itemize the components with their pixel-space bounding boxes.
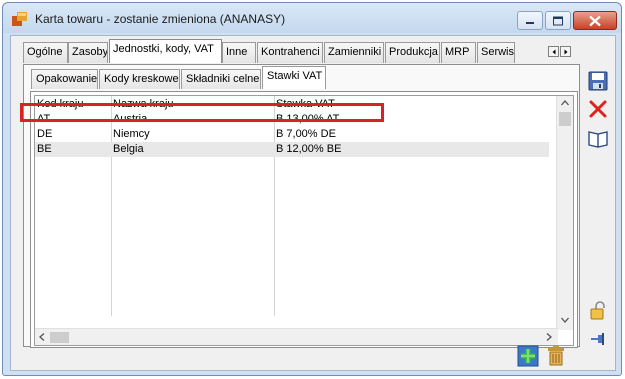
- scroll-up-icon[interactable]: [561, 100, 569, 106]
- save-icon: [588, 71, 608, 91]
- trash-icon: [548, 346, 564, 366]
- tab-inne[interactable]: Inne: [222, 42, 256, 63]
- minimize-icon: [526, 21, 534, 24]
- cell-vat: B 13,00% AT: [276, 113, 340, 125]
- scroll-right-icon[interactable]: [546, 333, 552, 341]
- lock-icon: [590, 301, 605, 320]
- tab-kontrahenci[interactable]: Kontrahenci: [257, 42, 323, 63]
- lock-button[interactable]: [587, 300, 609, 322]
- tab-mrp[interactable]: MRP: [441, 42, 476, 63]
- subtab-kody-kreskowe[interactable]: Kody kreskowe: [99, 69, 180, 89]
- product-card-window: Karta towaru - zostanie zmieniona (ANANA…: [2, 2, 622, 376]
- table-row[interactable]: BE Belgia B 12,00% BE: [35, 142, 549, 157]
- subtab-skladniki-celne[interactable]: Składniki celne: [181, 69, 261, 89]
- subtab-opakowanie[interactable]: Opakowanie: [31, 69, 98, 89]
- tab-zasoby[interactable]: Zasoby: [68, 42, 108, 63]
- column-header-kod-kraju[interactable]: Kod kraju: [37, 97, 83, 111]
- subtab-stawki-vat[interactable]: Stawki VAT: [262, 66, 326, 89]
- delete-button[interactable]: [587, 98, 609, 120]
- cell-vat: B 7,00% DE: [276, 128, 336, 140]
- close-icon: [589, 15, 601, 26]
- arrow-right-icon: [564, 49, 568, 55]
- save-button[interactable]: [587, 70, 609, 92]
- tab-serwis[interactable]: Serwis: [477, 42, 515, 63]
- tab-scroll-right[interactable]: [560, 46, 571, 57]
- table-row[interactable]: AT Austria B 13,00% AT: [35, 112, 549, 127]
- client-area: Ogólne Zasoby Jednostki, kody, VAT Inne …: [10, 35, 616, 371]
- vertical-scroll-thumb[interactable]: [559, 112, 571, 126]
- vat-rates-grid[interactable]: Kod kraju Nazwa kraju Stawka VAT AT Aust…: [34, 95, 574, 346]
- cell-code: DE: [37, 128, 53, 140]
- column-header-nazwa-kraju[interactable]: Nazwa kraju: [113, 97, 174, 111]
- maximize-icon: [553, 16, 563, 25]
- pin-button[interactable]: [587, 328, 609, 350]
- delete-icon: [589, 100, 607, 118]
- pin-icon: [591, 333, 604, 345]
- column-header-stawka-vat[interactable]: Stawka VAT: [276, 97, 335, 111]
- grid-header: Kod kraju Nazwa kraju Stawka VAT: [35, 97, 549, 112]
- window-title: Karta towaru - zostanie zmieniona (ANANA…: [35, 12, 286, 26]
- titlebar: Karta towaru - zostanie zmieniona (ANANA…: [3, 3, 621, 33]
- arrow-left-icon: [552, 49, 556, 55]
- app-icon: [12, 12, 27, 26]
- add-icon: [517, 345, 539, 367]
- maximize-button[interactable]: [545, 11, 571, 30]
- book-icon: [588, 131, 608, 148]
- tab-scroll-left[interactable]: [548, 46, 559, 57]
- scroll-left-icon[interactable]: [39, 333, 45, 341]
- horizontal-scroll-thumb[interactable]: [50, 332, 69, 343]
- scroll-down-icon[interactable]: [561, 317, 569, 323]
- vat-rates-panel: Kod kraju Nazwa kraju Stawka VAT AT Aust…: [30, 91, 578, 348]
- cell-country: Belgia: [113, 143, 144, 155]
- horizontal-scrollbar[interactable]: [35, 328, 558, 345]
- close-button[interactable]: [573, 11, 617, 30]
- trash-button[interactable]: [545, 345, 567, 367]
- tab-produkcja[interactable]: Produkcja: [385, 42, 440, 63]
- cell-country: Austria: [113, 113, 148, 125]
- book-button[interactable]: [587, 127, 609, 149]
- vertical-scrollbar[interactable]: [556, 96, 573, 330]
- cell-country: Niemcy: [113, 128, 150, 140]
- cell-vat: B 12,00% BE: [276, 143, 342, 155]
- tab-jednostki-kody-vat[interactable]: Jednostki, kody, VAT: [109, 39, 222, 63]
- tab-ogolne[interactable]: Ogólne: [23, 42, 68, 63]
- minimize-button[interactable]: [517, 11, 543, 30]
- add-button[interactable]: [517, 345, 539, 367]
- table-row[interactable]: DE Niemcy B 7,00% DE: [35, 127, 549, 142]
- tab-zamienniki[interactable]: Zamienniki: [324, 42, 384, 63]
- cell-code: BE: [37, 143, 52, 155]
- cell-code: AT: [37, 113, 51, 125]
